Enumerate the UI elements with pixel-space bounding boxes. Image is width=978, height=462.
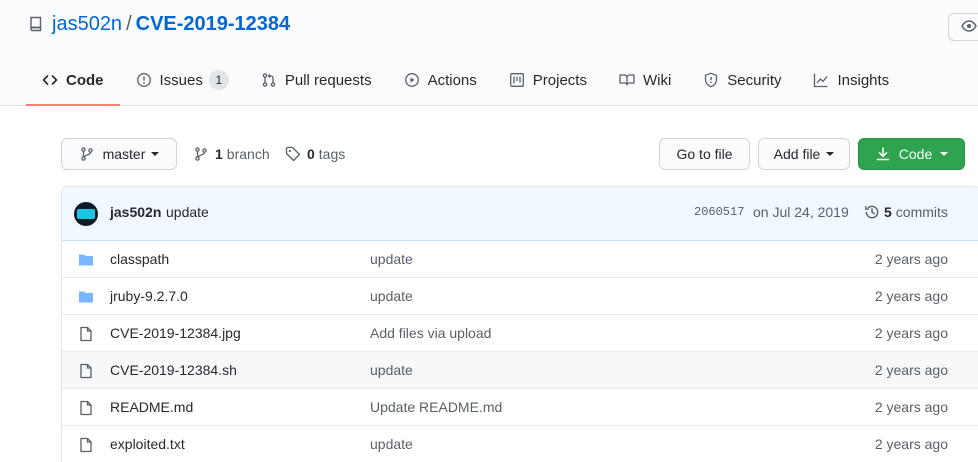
- commit-history-link[interactable]: 5 commits: [864, 204, 948, 220]
- issue-icon: [136, 73, 151, 87]
- repo-title: jas502n / CVE-2019-12384: [28, 12, 290, 36]
- code-download-button[interactable]: Code: [858, 138, 965, 170]
- pull-request-icon: [262, 73, 276, 87]
- tab-pull-requests-label: Pull requests: [284, 71, 372, 89]
- branches-link[interactable]: 1 branch: [193, 138, 270, 170]
- file-commit-age: 2 years ago: [874, 362, 948, 378]
- tab-security[interactable]: Security: [687, 60, 797, 100]
- file-name-link[interactable]: exploited.txt: [110, 436, 185, 452]
- latest-commit-bar: jas502n update 2060517 on Jul 24, 2019 5…: [62, 187, 978, 241]
- commit-date: on Jul 24, 2019: [753, 204, 849, 220]
- tab-insights-label: Insights: [837, 71, 890, 89]
- issues-count-badge: 1: [208, 70, 229, 90]
- tab-wiki-label: Wiki: [642, 71, 672, 89]
- file-icon: [80, 400, 92, 416]
- file-name-link[interactable]: classpath: [110, 251, 169, 267]
- download-icon: [876, 147, 890, 161]
- tag-icon: [285, 146, 301, 162]
- table-row[interactable]: CVE-2019-12384.jpg Add files via upload …: [62, 315, 978, 352]
- commit-author-link[interactable]: jas502n: [110, 204, 161, 220]
- file-commit-age: 2 years ago: [874, 325, 948, 341]
- file-name-link[interactable]: CVE-2019-12384.sh: [110, 362, 237, 378]
- table-row[interactable]: exploited.txt update 2 years ago: [62, 426, 978, 462]
- tag-count: 0: [307, 146, 315, 162]
- chevron-down-icon: [151, 152, 160, 156]
- tags-link[interactable]: 0 tags: [285, 138, 345, 170]
- repo-header: jas502n / CVE-2019-12384 Code Issues 1 P…: [0, 0, 978, 106]
- code-icon: [42, 75, 58, 85]
- repo-owner-link[interactable]: jas502n: [52, 13, 122, 36]
- chevron-down-icon: [826, 152, 835, 156]
- branch-name: master: [102, 146, 146, 162]
- file-commit-message-link[interactable]: update: [370, 436, 413, 452]
- file-icon: [80, 363, 92, 379]
- go-to-file-button[interactable]: Go to file: [659, 138, 750, 170]
- path-separator: /: [126, 12, 132, 35]
- branch-count-label: branch: [226, 146, 270, 162]
- commit-count-label: commits: [895, 204, 948, 220]
- tag-count-label: tags: [318, 146, 346, 162]
- repo-nav: Code Issues 1 Pull requests Actions Proj…: [26, 60, 905, 106]
- branch-select-button[interactable]: master: [61, 138, 177, 170]
- eye-icon: [961, 18, 977, 37]
- file-commit-message-link[interactable]: Update README.md: [370, 399, 502, 415]
- tab-code[interactable]: Code: [26, 60, 120, 106]
- file-name-link[interactable]: README.md: [110, 399, 193, 415]
- folder-icon: [79, 291, 93, 303]
- add-file-label: Add file: [773, 146, 821, 162]
- tab-issues[interactable]: Issues 1: [120, 60, 245, 100]
- book-icon: [619, 74, 635, 86]
- tab-actions-label: Actions: [427, 71, 477, 89]
- file-commit-message-link[interactable]: update: [370, 251, 413, 267]
- avatar[interactable]: [74, 202, 98, 226]
- code-download-label: Code: [898, 146, 933, 162]
- tab-code-label: Code: [66, 71, 104, 89]
- commit-count: 5: [884, 204, 892, 220]
- file-navigation: master 1 branch 0 tags Go to file Add fi…: [61, 138, 965, 170]
- table-row[interactable]: jruby-9.2.7.0 update 2 years ago: [62, 278, 978, 315]
- file-commit-message-link[interactable]: Add files via upload: [370, 325, 491, 341]
- file-commit-age: 2 years ago: [874, 436, 948, 452]
- file-commit-age: 2 years ago: [874, 399, 948, 415]
- tab-security-label: Security: [727, 71, 782, 89]
- file-commit-message-link[interactable]: update: [370, 288, 413, 304]
- table-row[interactable]: classpath update 2 years ago: [62, 241, 978, 278]
- chevron-down-icon: [940, 152, 949, 156]
- tab-actions[interactable]: Actions: [388, 60, 493, 100]
- table-row[interactable]: README.md Update README.md 2 years ago: [62, 389, 978, 426]
- file-icon: [80, 437, 92, 453]
- tab-pull-requests[interactable]: Pull requests: [245, 60, 388, 100]
- repo-name-link[interactable]: CVE-2019-12384: [136, 13, 291, 36]
- commit-message-link[interactable]: update: [166, 204, 209, 220]
- branch-count: 1: [215, 146, 223, 162]
- project-icon: [509, 73, 524, 87]
- tab-insights[interactable]: Insights: [797, 60, 905, 100]
- graph-icon: [814, 73, 828, 88]
- tab-projects-label: Projects: [532, 71, 587, 89]
- branch-icon: [80, 147, 93, 161]
- file-name-link[interactable]: CVE-2019-12384.jpg: [110, 325, 241, 341]
- history-icon: [865, 205, 879, 219]
- tab-projects[interactable]: Projects: [493, 60, 603, 100]
- file-commit-message-link[interactable]: update: [370, 362, 413, 378]
- file-list: jas502n update 2060517 on Jul 24, 2019 5…: [61, 186, 978, 462]
- repo-icon: [28, 16, 44, 32]
- shield-icon: [705, 72, 718, 88]
- commit-sha-link[interactable]: 2060517: [694, 205, 744, 219]
- watch-button[interactable]: [948, 13, 978, 41]
- play-icon: [404, 73, 419, 87]
- tab-issues-label: Issues: [159, 71, 203, 89]
- tab-wiki[interactable]: Wiki: [603, 60, 687, 100]
- table-row[interactable]: CVE-2019-12384.sh update 2 years ago: [62, 352, 978, 389]
- file-icon: [80, 326, 92, 342]
- folder-icon: [79, 254, 93, 266]
- file-commit-age: 2 years ago: [874, 251, 948, 267]
- file-name-link[interactable]: jruby-9.2.7.0: [110, 288, 188, 304]
- file-commit-age: 2 years ago: [874, 288, 948, 304]
- branch-icon: [195, 147, 207, 161]
- add-file-button[interactable]: Add file: [758, 138, 850, 170]
